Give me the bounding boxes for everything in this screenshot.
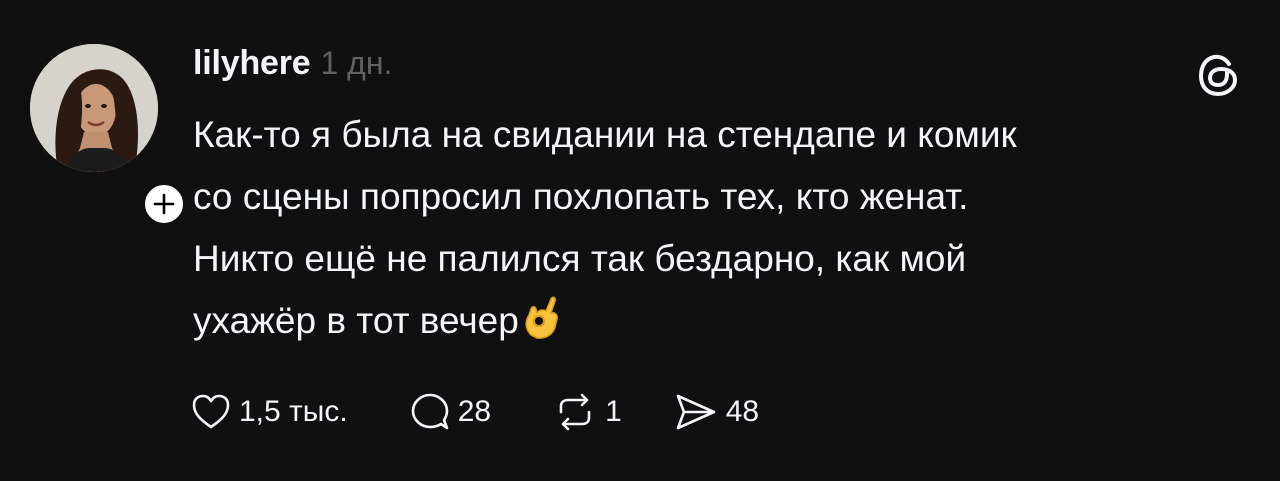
post-text-line: Никто ещё не палился так бездарно, как м… [193, 238, 967, 279]
post-header: lilyhere 1 дн. [193, 44, 392, 96]
post-text: Как-то я была на свидании на стендапе и … [193, 104, 1253, 358]
post-text-line: Как-то я была на свидании на стендапе и … [193, 114, 1017, 155]
threads-logo-icon [1194, 50, 1244, 100]
share-count: 48 [725, 395, 760, 428]
repost-icon [559, 393, 591, 431]
ok-hand-emoji [521, 295, 563, 358]
username[interactable]: lilyhere [193, 44, 311, 83]
post-text-line: со сцены попросил похлопать тех, кто жен… [193, 176, 969, 217]
share-button[interactable]: 48 [674, 392, 759, 432]
plus-icon [153, 193, 175, 215]
author-avatar-container [30, 44, 188, 228]
avatar[interactable] [30, 44, 158, 172]
thread-post: lilyhere 1 дн. Как-то я была на свидании… [0, 0, 1280, 481]
speech-bubble-icon [411, 393, 448, 430]
repost-count: 1 [605, 395, 622, 428]
like-count: 1,5 тыс. [239, 395, 348, 428]
repost-button[interactable]: 1 [553, 392, 622, 432]
heart-icon [192, 394, 230, 429]
reply-button[interactable]: 28 [410, 392, 491, 432]
like-button[interactable]: 1,5 тыс. [191, 393, 348, 431]
follow-button[interactable] [140, 180, 188, 228]
reply-count: 28 [457, 395, 492, 428]
post-actions: 1,5 тыс. 28 1 48 [191, 386, 759, 438]
timestamp: 1 дн. [320, 45, 393, 81]
send-icon [676, 394, 716, 430]
post-text-line: ухажёр в тот вечер [193, 300, 519, 341]
post-text-line-last: ухажёр в тот вечер [193, 290, 1253, 358]
